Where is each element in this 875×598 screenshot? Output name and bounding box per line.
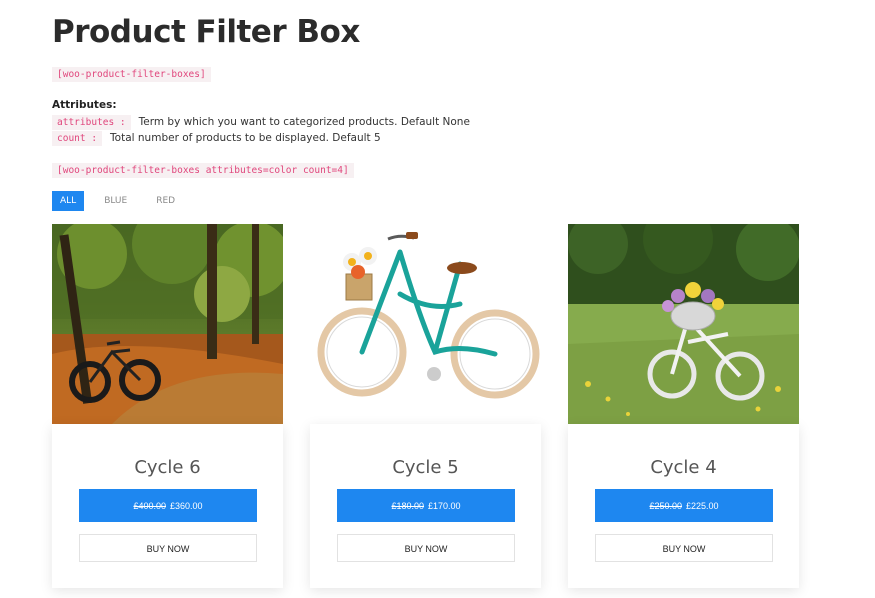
price-button[interactable]: £400.00 £360.00 (79, 489, 257, 522)
filter-blue-button[interactable]: BLUE (95, 191, 136, 211)
product-image-teal-cruiser[interactable] (310, 224, 541, 424)
buy-now-button[interactable]: BUY NOW (79, 534, 257, 562)
filter-red-button[interactable]: RED (147, 191, 184, 211)
price-button[interactable]: £180.00 £170.00 (337, 489, 515, 522)
buy-now-button[interactable]: BUY NOW (595, 534, 773, 562)
attribute-desc: Total number of products to be displayed… (110, 132, 381, 144)
old-price: £180.00 (391, 501, 424, 511)
attribute-code: count : (52, 131, 103, 146)
filter-bar: ALL BLUE RED (52, 191, 195, 211)
product-name[interactable]: Cycle 6 (52, 457, 283, 478)
product-card-body: Cycle 5 £180.00 £170.00 BUY NOW (310, 424, 541, 588)
attributes-heading: Attributes: (52, 99, 117, 111)
price-button[interactable]: £250.00 £225.00 (595, 489, 773, 522)
old-price: £250.00 (649, 501, 682, 511)
product-card-body: Cycle 6 £400.00 £360.00 BUY NOW (52, 424, 283, 588)
attribute-row: attributes : Term by which you want to ca… (52, 115, 470, 130)
filter-all-button[interactable]: ALL (52, 191, 85, 211)
old-price: £400.00 (133, 501, 166, 511)
product-card: Cycle 6 £400.00 £360.00 BUY NOW (52, 224, 283, 588)
new-price: £170.00 (428, 501, 461, 511)
product-card: Cycle 4 £250.00 £225.00 BUY NOW (568, 224, 799, 588)
product-name[interactable]: Cycle 5 (310, 457, 541, 478)
product-card-body: Cycle 4 £250.00 £225.00 BUY NOW (568, 424, 799, 588)
new-price: £225.00 (686, 501, 719, 511)
page-title: Product Filter Box (52, 14, 360, 50)
attribute-code: attributes : (52, 115, 131, 130)
product-card: Cycle 5 £180.00 £170.00 BUY NOW (310, 224, 541, 588)
buy-now-button[interactable]: BUY NOW (337, 534, 515, 562)
shortcode-example: [woo-product-filter-boxes attributes=col… (52, 163, 354, 178)
shortcode-basic: [woo-product-filter-boxes] (52, 67, 211, 82)
product-name[interactable]: Cycle 4 (568, 457, 799, 478)
attribute-desc: Term by which you want to categorized pr… (138, 116, 470, 128)
new-price: £360.00 (170, 501, 203, 511)
attribute-row: count : Total number of products to be di… (52, 131, 381, 146)
product-image-fat-bike[interactable] (52, 224, 283, 424)
product-image-meadow-bike[interactable] (568, 224, 799, 424)
